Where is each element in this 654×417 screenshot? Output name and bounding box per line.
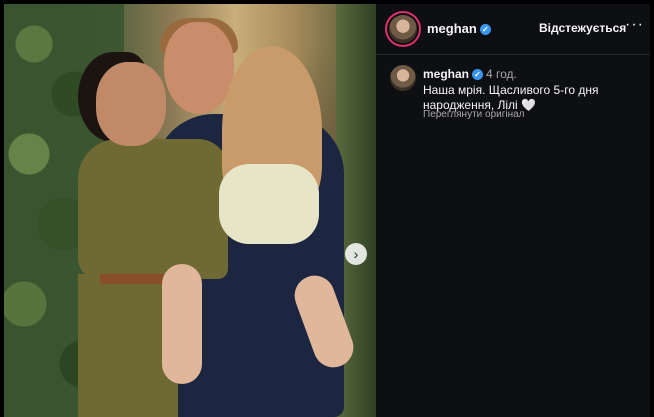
verified-badge-icon: ✓ — [472, 69, 484, 81]
avatar[interactable] — [389, 15, 417, 43]
post-viewer: › meghan ✓ Відстежується ··· meghan ✓ 4 го… — [0, 0, 654, 417]
next-image-button[interactable]: › — [345, 243, 367, 265]
woman-figure — [78, 139, 228, 279]
caption-username[interactable]: meghan — [423, 67, 469, 81]
child-dress — [219, 164, 319, 244]
chevron-right-icon: › — [353, 246, 359, 262]
following-button[interactable]: Відстежується — [539, 21, 626, 35]
see-original-link[interactable]: Переглянути оригінал — [423, 109, 525, 120]
man-head — [164, 22, 234, 114]
post-time: 4 год. — [486, 67, 517, 81]
post-side-panel: meghan ✓ Відстежується ··· meghan ✓ 4 год.… — [376, 4, 650, 417]
caption-avatar[interactable] — [390, 65, 416, 91]
woman-head — [96, 62, 166, 146]
post-photo[interactable] — [4, 4, 376, 417]
post-header: meghan ✓ Відстежується ··· — [376, 4, 650, 55]
username-link[interactable]: meghan — [427, 21, 477, 36]
more-options-icon[interactable]: ··· — [625, 16, 644, 34]
child-leg — [162, 264, 202, 384]
verified-badge-icon: ✓ — [479, 24, 491, 36]
